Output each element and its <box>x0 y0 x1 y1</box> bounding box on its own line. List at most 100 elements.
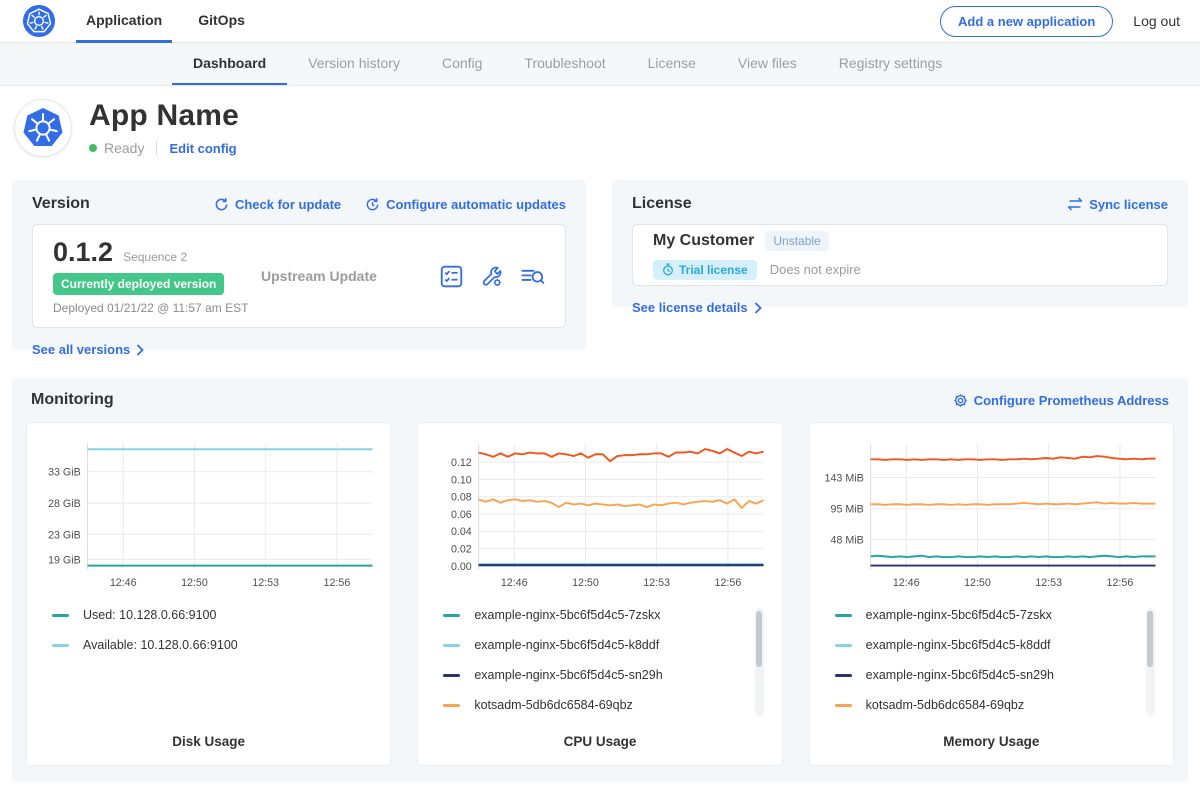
customer-name: My Customer <box>653 232 754 250</box>
svg-text:33 GiB: 33 GiB <box>48 467 81 479</box>
app-icon <box>14 99 72 157</box>
disk-usage-chart: 19 GiB23 GiB28 GiB33 GiB12:4612:5012:531… <box>37 435 380 593</box>
tab-config[interactable]: Config <box>421 43 503 85</box>
see-license-details-label: See license details <box>632 300 748 315</box>
legend-scrollbar-thumb[interactable] <box>756 611 762 667</box>
sync-license-button[interactable]: Sync license <box>1067 197 1168 212</box>
memory-usage-chart: 48 MiB95 MiB143 MiB12:4612:5012:5312:56 <box>820 435 1163 593</box>
version-card-actions: Check for update Configure automatic upd… <box>214 197 566 212</box>
license-card: License Sync license My C <box>612 180 1188 307</box>
legend-item: Used: 10.128.0.66:9100 <box>52 608 354 622</box>
tab-troubleshoot[interactable]: Troubleshoot <box>503 43 626 85</box>
view-logs-icon[interactable] <box>520 265 545 288</box>
ready-status-dot <box>89 144 97 152</box>
svg-text:19 GiB: 19 GiB <box>48 554 81 566</box>
add-application-button[interactable]: Add a new application <box>940 6 1113 37</box>
topnav-tabs: Application GitOps <box>76 0 271 43</box>
legend-swatch <box>443 614 460 617</box>
status-row: Ready Edit config <box>89 140 239 156</box>
legend-swatch <box>443 674 460 677</box>
legend-swatch <box>52 644 69 647</box>
divider <box>156 141 157 155</box>
chevron-right-icon <box>136 344 144 356</box>
version-action-icons <box>440 265 545 288</box>
legend-item: example-nginx-5bc6f5d4c5-sn29h <box>443 668 745 682</box>
legend-scrollbar-thumb[interactable] <box>1147 611 1153 667</box>
tab-dashboard[interactable]: Dashboard <box>172 43 287 85</box>
svg-text:0.12: 0.12 <box>451 457 472 469</box>
svg-text:48 MiB: 48 MiB <box>830 534 863 546</box>
svg-text:12:46: 12:46 <box>110 577 137 589</box>
svg-text:12:56: 12:56 <box>715 577 742 589</box>
chart-title: Disk Usage <box>37 734 380 753</box>
license-type-label: Trial license <box>679 263 748 277</box>
chevron-right-icon <box>754 302 762 314</box>
chart-title: CPU Usage <box>428 734 771 753</box>
configure-automatic-updates-button[interactable]: Configure automatic updates <box>365 197 566 212</box>
edit-config-link[interactable]: Edit config <box>169 141 236 156</box>
version-card-title: Version <box>32 195 90 213</box>
legend-label: example-nginx-5bc6f5d4c5-7zskx <box>866 608 1052 622</box>
chart-title: Memory Usage <box>820 734 1163 753</box>
preflight-checks-icon[interactable] <box>440 265 463 288</box>
cpu-usage-chart: 0.000.020.040.060.080.100.1212:4612:5012… <box>428 435 771 593</box>
version-card-header: Version Check for update <box>32 195 566 213</box>
svg-text:12:53: 12:53 <box>252 577 279 589</box>
app-sub-nav: DashboardVersion historyConfigTroublesho… <box>0 43 1200 86</box>
version-info: 0.1.2 Sequence 2 Currently deployed vers… <box>53 237 249 315</box>
tab-registry-settings[interactable]: Registry settings <box>818 43 963 85</box>
deployed-timestamp: Deployed 01/21/22 @ 11:57 am EST <box>53 301 249 315</box>
topnav-tab-gitops[interactable]: GitOps <box>188 0 255 43</box>
charts-row: 19 GiB23 GiB28 GiB33 GiB12:4612:5012:531… <box>26 422 1174 766</box>
legend-item: example-nginx-5bc6f5d4c5-7zskx <box>835 608 1137 622</box>
configure-prometheus-button[interactable]: Configure Prometheus Address <box>953 393 1169 408</box>
svg-text:95 MiB: 95 MiB <box>830 504 863 516</box>
monitoring-header: Monitoring Configure Prometheus Address <box>26 391 1174 409</box>
see-all-versions-label: See all versions <box>32 342 130 357</box>
app-header: App Name Ready Edit config <box>0 86 1200 172</box>
svg-text:12:46: 12:46 <box>892 577 919 589</box>
svg-text:0.00: 0.00 <box>451 561 472 573</box>
svg-text:12:50: 12:50 <box>572 577 599 589</box>
svg-text:12:56: 12:56 <box>324 577 351 589</box>
tab-version-history[interactable]: Version history <box>287 43 421 85</box>
page-title: App Name <box>89 99 239 133</box>
sync-icon <box>1067 197 1083 211</box>
tab-view-files[interactable]: View files <box>717 43 818 85</box>
gear-icon <box>953 393 968 408</box>
see-all-versions-link[interactable]: See all versions <box>32 342 144 357</box>
edit-config-tools-icon[interactable] <box>480 265 503 288</box>
svg-text:0.08: 0.08 <box>451 492 472 504</box>
legend-scrollbar[interactable] <box>755 608 764 716</box>
legend-scrollbar[interactable] <box>1146 608 1155 716</box>
see-license-details-link[interactable]: See license details <box>632 300 762 315</box>
license-expiry: Does not expire <box>770 262 861 277</box>
legend-label: example-nginx-5bc6f5d4c5-k8ddf <box>474 638 659 652</box>
svg-text:23 GiB: 23 GiB <box>48 529 81 541</box>
version-source: Upstream Update <box>249 268 440 284</box>
kubernetes-app-logo-icon <box>21 106 65 150</box>
app-meta: App Name Ready Edit config <box>89 99 239 156</box>
legend-item: example-nginx-5bc6f5d4c5-k8ddf <box>443 638 745 652</box>
check-for-update-button[interactable]: Check for update <box>214 197 341 212</box>
cpu-usage-legend: example-nginx-5bc6f5d4c5-7zskx example-ng… <box>443 608 771 734</box>
cards-row: Version Check for update <box>12 180 1188 350</box>
tab-license[interactable]: License <box>627 43 717 85</box>
stopwatch-icon <box>662 263 674 276</box>
refresh-icon <box>214 197 229 212</box>
legend-swatch <box>443 644 460 647</box>
cpu-usage-chart-card: 0.000.020.040.060.080.100.1212:4612:5012… <box>417 422 782 766</box>
legend-swatch <box>835 614 852 617</box>
topnav-tab-application[interactable]: Application <box>76 0 172 43</box>
configure-prometheus-label: Configure Prometheus Address <box>974 393 1169 408</box>
svg-text:12:50: 12:50 <box>181 577 208 589</box>
logout-link[interactable]: Log out <box>1133 13 1180 29</box>
license-card-header: License Sync license <box>632 195 1168 213</box>
memory-usage-legend: example-nginx-5bc6f5d4c5-7zskx example-ng… <box>835 608 1163 734</box>
svg-text:0.10: 0.10 <box>451 474 472 486</box>
legend-swatch <box>443 704 460 707</box>
legend-swatch <box>835 674 852 677</box>
legend-label: kotsadm-5db6dc6584-69qbz <box>866 698 1024 712</box>
legend-label: example-nginx-5bc6f5d4c5-7zskx <box>474 608 660 622</box>
legend-label: example-nginx-5bc6f5d4c5-k8ddf <box>866 638 1051 652</box>
